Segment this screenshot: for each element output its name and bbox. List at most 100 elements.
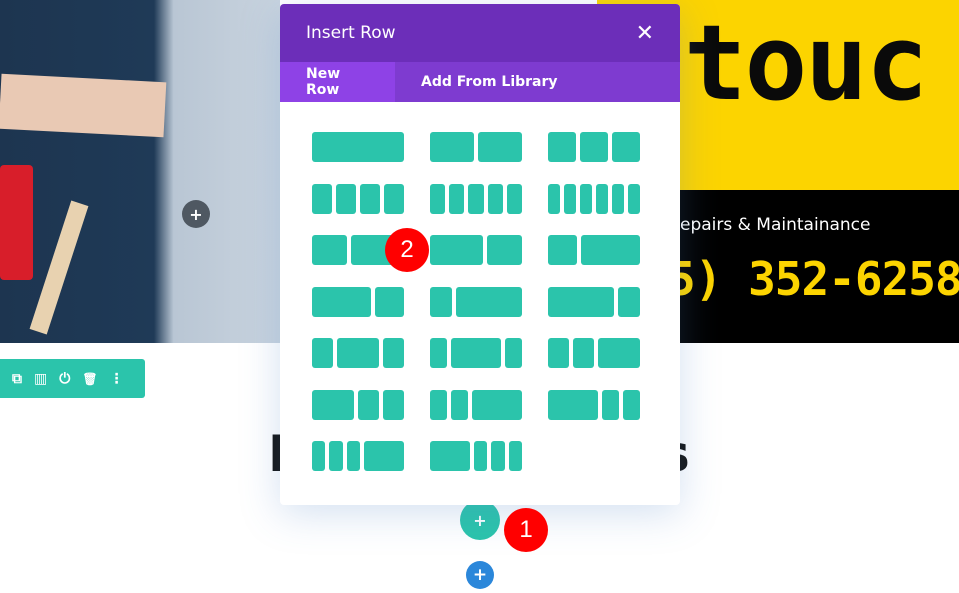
plus-icon: + — [472, 565, 488, 585]
layout-column — [363, 441, 404, 471]
layout-column — [312, 183, 332, 214]
layout-column — [628, 183, 640, 214]
tab-add-from-library[interactable]: Add From Library — [395, 62, 584, 102]
layout-column — [312, 441, 326, 471]
more-icon[interactable]: ⋮ — [110, 371, 124, 387]
layout-column — [548, 132, 576, 162]
layout-column — [360, 183, 380, 214]
insert-row-modal: Insert Row ✕ New Row Add From Library — [280, 4, 680, 505]
layout-column — [548, 286, 614, 317]
layout-column — [449, 183, 465, 214]
row-layout-option[interactable] — [312, 338, 404, 368]
layout-column — [564, 183, 576, 214]
layout-column — [312, 286, 371, 317]
layout-column — [573, 338, 594, 368]
row-layout-option[interactable] — [312, 183, 404, 214]
tab-new-row[interactable]: New Row — [280, 62, 395, 102]
row-layout-option[interactable] — [548, 389, 640, 420]
layout-column — [337, 338, 379, 368]
layout-column — [491, 441, 505, 471]
layout-column — [312, 132, 404, 162]
layout-column — [598, 338, 640, 368]
layout-column — [450, 389, 468, 420]
modal-title: Insert Row — [306, 23, 396, 43]
row-layout-option[interactable] — [430, 338, 522, 368]
close-icon[interactable]: ✕ — [636, 21, 654, 46]
row-layout-option[interactable] — [430, 441, 522, 471]
layout-column — [358, 389, 379, 420]
layout-column — [548, 183, 560, 214]
row-layout-option[interactable] — [430, 235, 522, 265]
layout-column — [312, 235, 348, 265]
row-toolbar: ⧉ ▥ ⏻ 🗑 ⋮ — [0, 359, 145, 398]
layout-column — [383, 389, 404, 420]
layout-column — [329, 441, 343, 471]
modal-tabs: New Row Add From Library — [280, 62, 680, 102]
layout-column — [487, 183, 503, 214]
columns-icon[interactable]: ▥ — [34, 371, 47, 387]
row-layout-option[interactable] — [548, 132, 640, 162]
add-module-button[interactable]: + — [182, 200, 210, 228]
modal-header: Insert Row ✕ — [280, 4, 680, 62]
row-layout-option[interactable] — [548, 183, 640, 214]
layout-column — [623, 389, 640, 420]
layout-column — [580, 183, 592, 214]
trash-icon[interactable]: 🗑 — [82, 372, 97, 386]
multimeter — [0, 165, 33, 280]
layout-column — [580, 132, 608, 162]
layout-column — [430, 441, 470, 471]
layout-column — [383, 338, 404, 368]
layout-column — [430, 286, 452, 317]
plus-icon: + — [189, 204, 203, 224]
annotation-badge-1: 1 — [504, 508, 548, 552]
add-section-button[interactable]: + — [466, 561, 494, 589]
layout-column — [505, 338, 522, 368]
layout-column — [548, 338, 569, 368]
row-layout-option[interactable] — [430, 389, 522, 420]
layout-column — [471, 389, 522, 420]
add-row-button[interactable]: + — [460, 500, 500, 540]
layout-column — [450, 338, 502, 368]
layout-column — [430, 235, 483, 265]
layout-column — [456, 286, 522, 317]
save-icon[interactable]: ⏻ — [59, 371, 70, 387]
layout-column — [312, 338, 333, 368]
tool-belt — [0, 73, 167, 138]
hero-photo — [0, 0, 280, 343]
layout-column — [430, 389, 447, 420]
row-layout-option[interactable] — [430, 183, 523, 214]
annotation-badge-2: 2 — [385, 228, 429, 272]
layout-column — [548, 389, 599, 420]
layout-column — [430, 132, 474, 162]
layout-column — [548, 235, 578, 265]
row-layout-option[interactable] — [548, 286, 640, 317]
phone-number: 5) 352-6258 — [668, 252, 959, 306]
layout-column — [474, 441, 488, 471]
services-text: epairs & Maintainance — [680, 215, 871, 235]
row-layout-option[interactable] — [548, 235, 640, 265]
row-layout-option[interactable] — [312, 132, 404, 162]
layout-grid — [312, 132, 640, 471]
row-layout-option[interactable] — [312, 441, 404, 471]
layout-column — [486, 235, 522, 265]
layout-column — [478, 132, 522, 162]
duplicate-icon[interactable]: ⧉ — [12, 371, 22, 387]
layout-column — [581, 235, 640, 265]
layout-column — [312, 389, 354, 420]
layout-column — [430, 183, 446, 214]
row-layout-option[interactable] — [430, 286, 522, 317]
hero-text: touc — [684, 2, 928, 124]
row-layout-option[interactable] — [312, 389, 404, 420]
row-layout-option[interactable] — [548, 338, 640, 368]
layout-column — [374, 286, 404, 317]
layout-column — [602, 389, 620, 420]
layout-column — [346, 441, 360, 471]
layout-column — [612, 132, 640, 162]
layout-column — [336, 183, 356, 214]
layout-column — [384, 183, 404, 214]
layout-column — [618, 286, 640, 317]
plus-icon: + — [473, 510, 487, 530]
row-layout-option[interactable] — [430, 132, 522, 162]
row-layout-option[interactable] — [312, 286, 404, 317]
layout-column — [506, 183, 523, 214]
